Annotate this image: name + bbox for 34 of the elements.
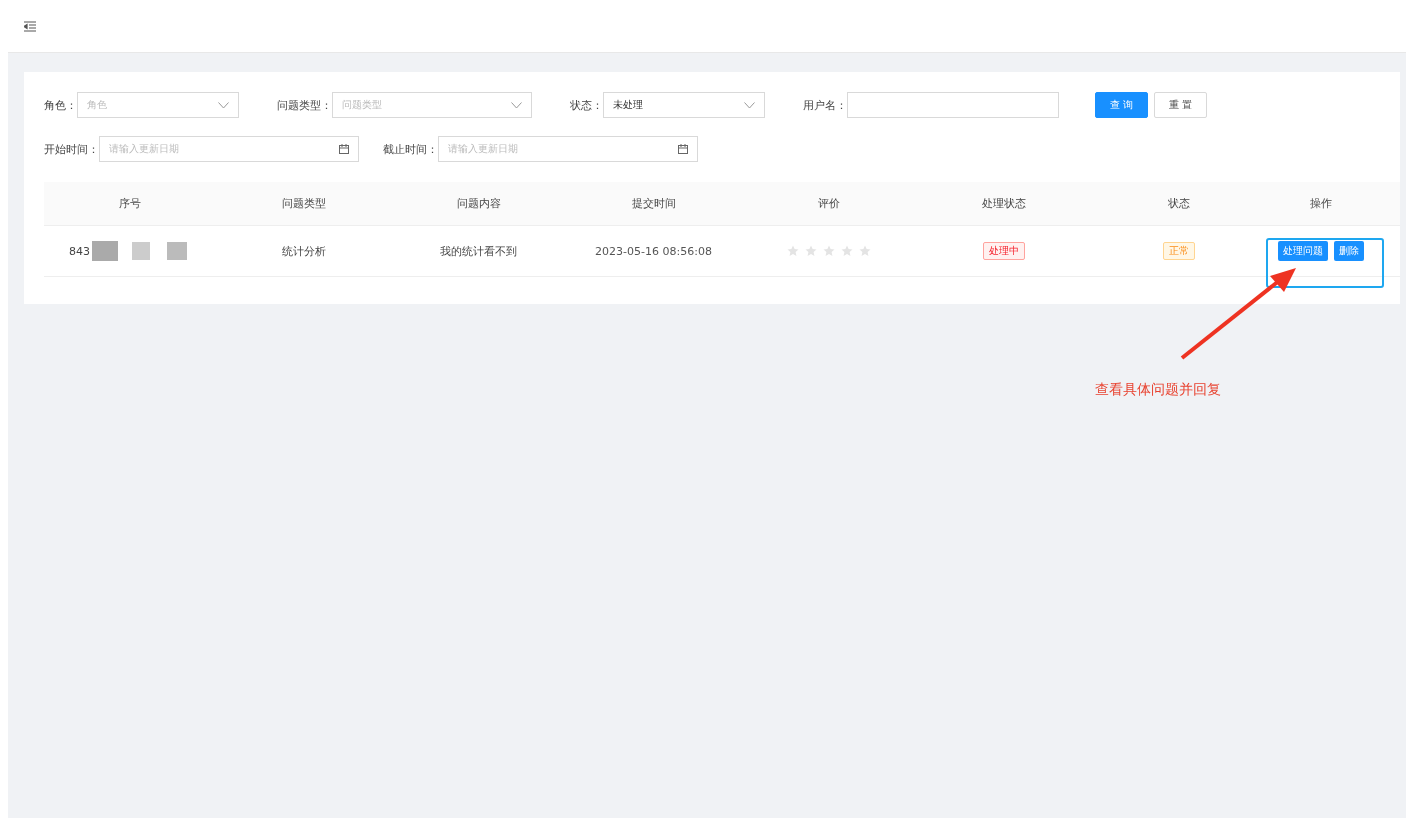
chevron-down-icon <box>511 101 522 109</box>
table-cell-text: 统计分析 <box>280 243 327 259</box>
column-header: 处理状态 <box>980 196 1027 211</box>
calendar-icon <box>339 144 349 154</box>
menu-icon[interactable] <box>24 20 36 32</box>
status-tag: 处理中 <box>982 242 1025 260</box>
select-field[interactable]: 角色 <box>77 92 239 118</box>
handle-button[interactable]: 处理问题 <box>1278 241 1328 261</box>
username-field[interactable] <box>847 92 1059 118</box>
column-header: 问题内容 <box>455 196 502 211</box>
column-header: 提交时间 <box>630 196 677 211</box>
filter-label: 状态： <box>570 97 603 113</box>
annotation-text: 查看具体问题并回复 <box>1095 381 1221 399</box>
filter-label: 用户名： <box>803 97 847 113</box>
filter-label: 开始时间： <box>44 141 99 157</box>
column-header: 序号 <box>118 196 142 211</box>
filter-label: 截止时间： <box>383 141 438 157</box>
select-field[interactable]: 未处理 <box>603 92 765 118</box>
filter-label: 问题类型： <box>277 97 332 113</box>
reset-button[interactable]: 重 置 <box>1154 92 1208 118</box>
column-header: 状态 <box>1166 196 1191 211</box>
delete-button[interactable]: 删除 <box>1334 241 1364 261</box>
search-button[interactable]: 查 询 <box>1095 92 1149 118</box>
status-tag: 正常 <box>1162 242 1195 260</box>
table-cell-text: 2023-05-16 08:56:08 <box>594 244 713 258</box>
column-header: 问题类型 <box>280 196 327 211</box>
column-header: 操作 <box>1309 196 1333 211</box>
table-cell: 843 <box>69 244 90 258</box>
filter-label: 角色： <box>44 97 77 113</box>
table-cell-text: 我的统计看不到 <box>439 243 518 259</box>
column-header: 评价 <box>816 196 841 211</box>
calendar-icon <box>678 144 688 154</box>
chevron-down-icon <box>218 101 229 109</box>
chevron-down-icon <box>744 101 755 109</box>
